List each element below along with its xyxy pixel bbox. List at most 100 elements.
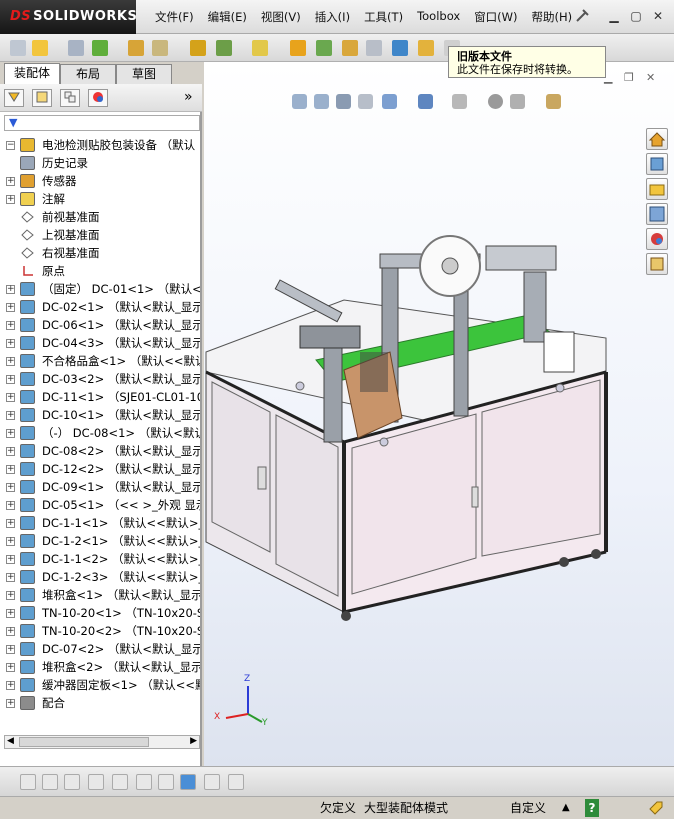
section-view-icon[interactable]: [392, 40, 408, 56]
new-document-icon[interactable]: [10, 40, 26, 56]
tree-item[interactable]: + DC-05<1> （<< >_外观 显示状: [0, 496, 200, 514]
paperclip-icon[interactable]: [68, 40, 84, 56]
tree-item[interactable]: + 缓冲器固定板<1> （默认<<默认: [0, 676, 200, 694]
expand-toggle-icon[interactable]: +: [6, 321, 15, 330]
tree-item[interactable]: + 不合格品盒<1> （默认<<默认>: [0, 352, 200, 370]
table-icon[interactable]: [204, 774, 220, 790]
expand-toggle-icon[interactable]: +: [6, 393, 15, 402]
tree-item[interactable]: 历史记录: [0, 154, 200, 172]
expand-toggle-icon[interactable]: +: [6, 645, 15, 654]
apply-scene-icon[interactable]: [510, 94, 525, 109]
tree-item[interactable]: + 注解: [0, 190, 200, 208]
bottom-tool-3-icon[interactable]: [64, 774, 80, 790]
menu-window[interactable]: 窗口(W): [467, 9, 524, 27]
save-icon[interactable]: [228, 774, 244, 790]
filter-icon[interactable]: ▼: [9, 116, 17, 129]
tree-item[interactable]: + DC-03<2> （默认<默认_显示状: [0, 370, 200, 388]
feature-manager-tab-icon[interactable]: [4, 89, 24, 107]
expand-toggle-icon[interactable]: +: [6, 357, 15, 366]
menu-tools[interactable]: 工具(T): [357, 9, 410, 27]
explode-view-icon[interactable]: [316, 40, 332, 56]
expand-toggle-icon[interactable]: +: [6, 303, 15, 312]
measure-icon[interactable]: [366, 40, 382, 56]
expand-toggle-icon[interactable]: +: [6, 339, 15, 348]
tree-horizontal-scrollbar[interactable]: ◀ ▶: [4, 735, 200, 749]
expand-toggle-icon[interactable]: +: [6, 429, 15, 438]
view-palette-icon[interactable]: [646, 203, 668, 225]
view-settings-icon[interactable]: [546, 94, 561, 109]
menu-insert[interactable]: 插入(I): [308, 9, 357, 27]
expand-toggle-icon[interactable]: +: [6, 483, 15, 492]
bottom-tool-1-icon[interactable]: [20, 774, 36, 790]
tree-item[interactable]: 前视基准面: [0, 208, 200, 226]
expand-toggle-icon[interactable]: +: [6, 591, 15, 600]
maximize-button[interactable]: ▢: [628, 9, 644, 23]
expand-toggle-icon[interactable]: +: [6, 681, 15, 690]
tree-item[interactable]: + DC-1-2<1> （默认<<默认>_外观: [0, 532, 200, 550]
expand-toggle-icon[interactable]: +: [6, 573, 15, 582]
assembly-features-icon[interactable]: [216, 40, 232, 56]
tree-item[interactable]: + TN-10-20<1> （TN-10x20-S （0: [0, 604, 200, 622]
tree-item[interactable]: + 堆积盒<2> （默认<默认_显示状: [0, 658, 200, 676]
machine-3d-model[interactable]: [204, 222, 644, 622]
tree-filter[interactable]: ▼: [4, 115, 200, 131]
pane-overflow-chevron[interactable]: »: [184, 89, 193, 105]
display-style-icon[interactable]: [418, 94, 433, 109]
expand-toggle-icon[interactable]: +: [6, 627, 15, 636]
close-button[interactable]: ✕: [650, 9, 666, 23]
view-orientation-icon[interactable]: [382, 94, 397, 109]
tree-item[interactable]: + DC-1-1<2> （默认<<默认>_外观: [0, 550, 200, 568]
custom-properties-icon[interactable]: [646, 253, 668, 275]
components-icon[interactable]: [92, 40, 108, 56]
reference-geometry-icon[interactable]: [252, 40, 268, 56]
previous-view-icon[interactable]: [336, 94, 351, 109]
scroll-thumb[interactable]: [19, 737, 149, 747]
design-library-icon[interactable]: [646, 153, 668, 175]
tree-item[interactable]: + DC-04<3> （默认<默认_显示状: [0, 334, 200, 352]
tree-item[interactable]: + DC-06<1> （默认<默认_显示状: [0, 316, 200, 334]
tree-item[interactable]: + 传感器: [0, 172, 200, 190]
zoom-to-fit-icon[interactable]: [292, 94, 307, 109]
expand-toggle-icon[interactable]: +: [6, 699, 15, 708]
tree-item[interactable]: + DC-09<1> （默认<默认_显示状: [0, 478, 200, 496]
units-dropdown-icon[interactable]: ▲: [562, 799, 570, 817]
tree-item[interactable]: + （固定） DC-01<1> （默认<默认: [0, 280, 200, 298]
scroll-right-arrow-icon[interactable]: ▶: [190, 736, 197, 746]
home-icon[interactable]: [646, 128, 668, 150]
expand-toggle-icon[interactable]: +: [6, 177, 15, 186]
file-explorer-icon[interactable]: [646, 178, 668, 200]
tree-item[interactable]: − 电池检测贴胶包装设备 （默认: [0, 136, 200, 154]
viewport-restore-icon[interactable]: ❐: [624, 71, 638, 84]
expand-toggle-icon[interactable]: +: [6, 411, 15, 420]
graphics-area[interactable]: ▁ ❐ ✕ Z X Y: [204, 62, 674, 766]
bottom-tool-2-icon[interactable]: [42, 774, 58, 790]
list-icon[interactable]: [88, 774, 104, 790]
hide-show-items-icon[interactable]: [452, 94, 467, 109]
tree-item[interactable]: 右视基准面: [0, 244, 200, 262]
expand-toggle-icon[interactable]: +: [6, 609, 15, 618]
cube-icon[interactable]: [180, 774, 196, 790]
tree-item[interactable]: 原点: [0, 262, 200, 280]
expand-toggle-icon[interactable]: +: [6, 285, 15, 294]
tab-sketch[interactable]: 草图: [116, 64, 172, 84]
expand-toggle-icon[interactable]: +: [6, 519, 15, 528]
expand-toggle-icon[interactable]: +: [6, 465, 15, 474]
menu-help[interactable]: 帮助(H): [525, 9, 580, 27]
display-icon[interactable]: [418, 40, 434, 56]
scroll-left-arrow-icon[interactable]: ◀: [7, 736, 14, 746]
tree-item[interactable]: + （-） DC-08<1> （默认<默认_显: [0, 424, 200, 442]
property-manager-tab-icon[interactable]: [32, 89, 52, 107]
expand-toggle-icon[interactable]: −: [6, 141, 15, 150]
tree-item[interactable]: 上视基准面: [0, 226, 200, 244]
settings-gear-icon[interactable]: [290, 40, 306, 56]
expand-toggle-icon[interactable]: +: [6, 555, 15, 564]
pin-icon[interactable]: [574, 8, 590, 24]
section-view-icon[interactable]: [358, 94, 373, 109]
help-icon[interactable]: ?: [585, 799, 599, 817]
grid-icon[interactable]: [112, 774, 128, 790]
menu-view[interactable]: 视图(V): [254, 9, 308, 27]
tree-item[interactable]: + 堆积盒<1> （默认<默认_显示状: [0, 586, 200, 604]
tree-item[interactable]: + DC-10<1> （默认<默认_显示状: [0, 406, 200, 424]
rebuild-icon[interactable]: [190, 40, 206, 56]
menu-toolbox[interactable]: Toolbox: [410, 9, 467, 27]
